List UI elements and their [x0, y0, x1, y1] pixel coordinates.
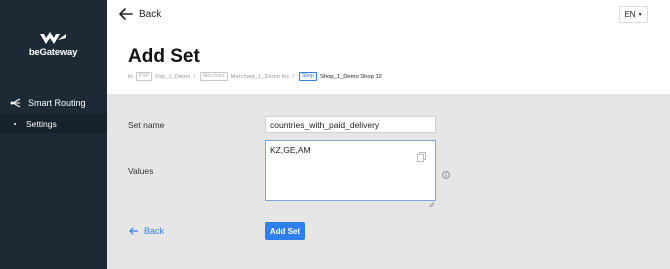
sidebar-item-label: Smart Routing	[28, 98, 86, 108]
back-link-top[interactable]: Back	[119, 8, 161, 20]
resize-handle-icon[interactable]	[428, 194, 435, 212]
values-textarea[interactable]: KZ,GE,AM	[265, 140, 436, 201]
page-header: Back EN ▼ Add Set to PSP Psp_1_Demo / Me…	[107, 0, 670, 94]
breadcrumb-shop-tag: Shop	[298, 72, 318, 81]
breadcrumb-psp-tag: PSP	[135, 72, 153, 81]
routing-icon	[10, 97, 22, 109]
logo[interactable]: beGateway	[27, 32, 79, 58]
breadcrumb-merchant-tag: Merchant	[199, 72, 228, 81]
logo-text: beGateway	[28, 47, 78, 58]
back-link-bottom[interactable]: Back	[129, 226, 164, 236]
values-label: Values	[128, 166, 154, 176]
arrow-left-icon	[119, 8, 133, 20]
info-icon[interactable]	[442, 166, 450, 184]
chevron-down-icon: ▼	[637, 11, 643, 18]
set-name-label: Set name	[128, 120, 165, 130]
begateway-logo-icon	[40, 32, 66, 44]
breadcrumb-separator: /	[292, 73, 294, 80]
arrow-left-icon	[129, 227, 138, 235]
set-name-input[interactable]	[265, 116, 436, 133]
language-value: EN	[624, 10, 636, 19]
breadcrumb-prefix: to	[128, 73, 133, 80]
breadcrumb-separator: /	[193, 73, 195, 80]
breadcrumb-psp-name[interactable]: Psp_1_Demo	[155, 74, 190, 80]
copy-icon[interactable]	[417, 149, 426, 167]
sidebar-item-label: Settings	[26, 118, 57, 129]
back-label: Back	[144, 226, 165, 236]
bullet-icon	[14, 122, 16, 125]
sidebar: beGateway Smart Routing Settings	[0, 0, 107, 269]
sidebar-item-smart-routing[interactable]: Smart Routing	[0, 94, 107, 112]
breadcrumb: to PSP Psp_1_Demo / Merchant Merchant_1_…	[128, 72, 382, 81]
back-label: Back	[139, 8, 162, 20]
sidebar-item-settings[interactable]: Settings	[0, 114, 107, 133]
page-title: Add Set	[128, 46, 200, 67]
breadcrumb-shop-name[interactable]: Shop_1_Demo Shop 12	[320, 74, 382, 80]
breadcrumb-merchant-name[interactable]: Merchant_1_Demo Inc	[231, 74, 290, 80]
language-select[interactable]: EN ▼	[619, 6, 648, 23]
add-set-button[interactable]: Add Set	[265, 222, 305, 240]
